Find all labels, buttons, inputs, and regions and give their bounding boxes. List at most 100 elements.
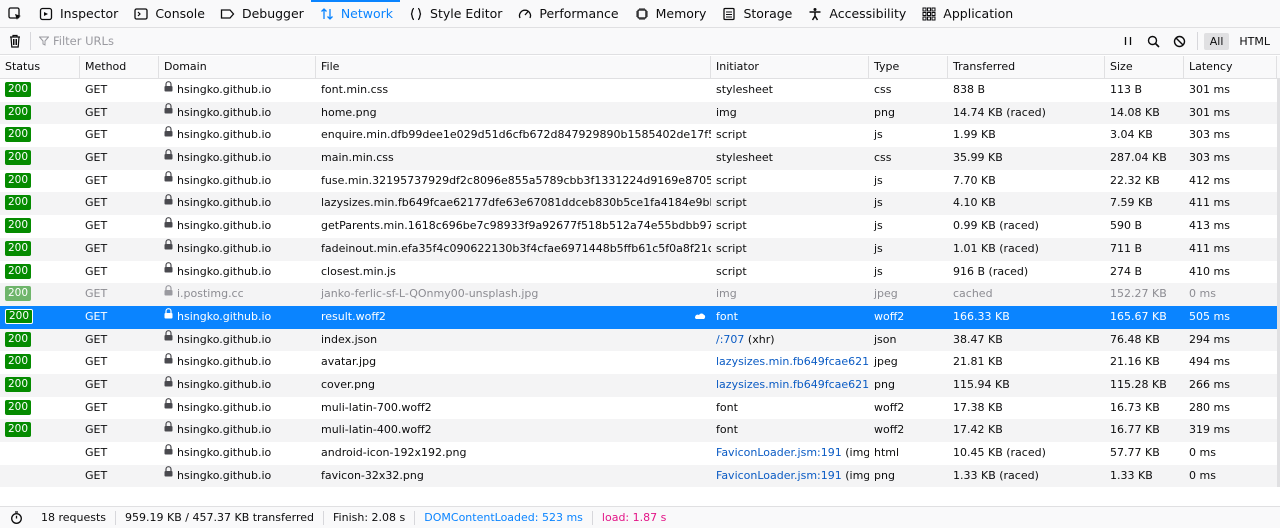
status-badge: 200 <box>5 422 32 438</box>
cell-latency: 319 ms <box>1189 423 1230 437</box>
cell-initiator[interactable]: /:707 (xhr) <box>711 329 869 352</box>
cell-type: png <box>874 105 895 119</box>
request-row[interactable]: 200 GET hsingko.github.io fuse.min.32195737… <box>0 170 1277 193</box>
clear-button[interactable] <box>0 34 30 48</box>
cell-transferred: 115.94 KB <box>953 377 1010 391</box>
request-row[interactable]: 200 GET hsingko.github.io avatar.jpg lazysiz… <box>0 351 1277 374</box>
tab-label: Style Editor <box>430 6 503 21</box>
request-row[interactable]: GET hsingko.github.io favicon-32x32.png Fav… <box>0 464 1277 488</box>
request-row[interactable]: 200 GET hsingko.github.io enquire.min.dfb99… <box>0 124 1277 147</box>
initiator-text[interactable]: FaviconLoader.jsm:191 <box>716 469 842 482</box>
cell-status: 200 <box>0 374 80 397</box>
application-icon <box>921 6 937 22</box>
status-badge: 200 <box>5 399 32 415</box>
cell-type: js <box>874 264 883 278</box>
domain-text: hsingko.github.io <box>177 128 272 142</box>
tab-memory[interactable]: Memory <box>626 0 714 27</box>
cell-domain: hsingko.github.io <box>159 238 316 261</box>
cell-domain: hsingko.github.io <box>159 465 316 488</box>
cell-size: 22.32 KB <box>1110 173 1160 187</box>
cell-initiator[interactable]: FaviconLoader.jsm:191 (img) <box>711 442 869 465</box>
tab-console[interactable]: Console <box>125 0 212 27</box>
request-row[interactable]: 200 GET hsingko.github.io result.woff2 font w… <box>0 305 1277 329</box>
status-badge: 200 <box>5 195 32 211</box>
filter-html-button[interactable]: HTML <box>1233 33 1276 50</box>
filter-all-button[interactable]: All <box>1203 32 1230 50</box>
pause-button[interactable] <box>1115 28 1141 54</box>
tab-inspector[interactable]: Inspector <box>30 0 125 27</box>
tab-debugger[interactable]: Debugger <box>212 0 311 27</box>
tab-label: Console <box>155 6 205 21</box>
lock-icon <box>164 351 173 372</box>
initiator-cause: (xhr) <box>744 332 775 346</box>
tab-accessibility[interactable]: Accessibility <box>799 0 913 27</box>
tab-performance[interactable]: Performance <box>509 0 625 27</box>
search-button[interactable] <box>1141 28 1167 54</box>
dom-content-loaded-time: DOMContentLoaded: 523 ms <box>414 510 592 525</box>
column-status[interactable]: Status <box>0 56 80 79</box>
cell-status <box>0 465 80 488</box>
cell-transferred: 0.99 KB (raced) <box>953 219 1039 233</box>
tab-application[interactable]: Application <box>913 0 1020 27</box>
status-badge: 200 <box>5 104 32 120</box>
cell-initiator[interactable]: FaviconLoader.jsm:191 (img) <box>711 465 869 488</box>
element-picker-button[interactable] <box>0 0 30 27</box>
cell-size: 14.08 KB <box>1110 105 1160 119</box>
column-method[interactable]: Method <box>80 56 159 79</box>
cell-method: GET <box>85 355 108 369</box>
cell-latency: 0 ms <box>1189 446 1216 459</box>
column-initiator[interactable]: Initiator <box>711 56 869 79</box>
cell-status: 200 <box>0 215 80 238</box>
request-row[interactable]: 200 GET hsingko.github.io closest.min.js scr… <box>0 261 1277 284</box>
initiator-text[interactable]: lazysizes.min.fb649fcae6217... <box>716 378 869 391</box>
lock-icon <box>164 261 173 282</box>
request-row[interactable]: 200 GET hsingko.github.io fadeinout.min.efa… <box>0 237 1277 261</box>
tab-network[interactable]: Network <box>310 0 401 27</box>
initiator-text[interactable]: FaviconLoader.jsm:191 <box>716 446 842 459</box>
cell-file: font.min.css <box>321 83 389 96</box>
request-row[interactable]: GET hsingko.github.io android-icon-192x192… <box>0 442 1277 465</box>
tab-style-editor[interactable]: Style Editor <box>400 0 509 27</box>
cell-domain: i.postimg.cc <box>159 283 316 306</box>
request-row[interactable]: 200 GET hsingko.github.io cover.png lazysize… <box>0 373 1277 397</box>
column-size[interactable]: Size <box>1105 56 1184 79</box>
initiator-text[interactable]: /:707 <box>716 333 744 346</box>
initiator-text: script <box>716 219 747 233</box>
request-row[interactable]: 200 GET hsingko.github.io index.json /:707 (… <box>0 328 1277 352</box>
trash-icon <box>10 34 20 48</box>
cell-initiator[interactable]: lazysizes.min.fb649fcae6217... <box>711 351 869 374</box>
cell-initiator: script <box>711 124 869 147</box>
cell-latency: 303 ms <box>1189 128 1230 142</box>
cell-transferred: 17.42 KB <box>953 423 1003 437</box>
initiator-text[interactable]: lazysizes.min.fb649fcae6217... <box>716 355 869 368</box>
stopwatch-icon <box>10 511 22 524</box>
request-row[interactable]: 200 GET hsingko.github.io font.min.css style… <box>0 79 1277 102</box>
status-badge: 200 <box>5 150 32 166</box>
column-type[interactable]: Type <box>869 56 948 79</box>
tab-storage[interactable]: Storage <box>713 0 799 27</box>
request-row[interactable]: 200 GET hsingko.github.io lazysizes.min.fb6… <box>0 192 1277 216</box>
cell-status: 200 <box>0 306 80 329</box>
request-row[interactable]: 200 GET hsingko.github.io muli-latin-400.wo… <box>0 419 1277 442</box>
filter-urls-input[interactable]: Filter URLs <box>31 34 1115 48</box>
block-button[interactable] <box>1167 28 1193 54</box>
request-row[interactable]: 200 GET i.postimg.cc janko-ferlic-sf-L-QOnm… <box>0 283 1277 306</box>
column-file[interactable]: File <box>316 56 711 79</box>
lock-icon <box>164 419 173 440</box>
initiator-text: font <box>716 423 738 437</box>
column-transferred[interactable]: Transferred <box>948 56 1105 79</box>
request-row[interactable]: 200 GET hsingko.github.io getParents.min.16… <box>0 215 1277 238</box>
cell-size: 113 B <box>1110 83 1143 96</box>
performance-analysis-button[interactable] <box>0 511 32 524</box>
cell-initiator[interactable]: lazysizes.min.fb649fcae6217... <box>711 374 869 397</box>
cell-method: GET <box>85 196 108 210</box>
cell-type: js <box>874 196 883 210</box>
search-icon <box>1148 35 1160 48</box>
cell-file: muli-latin-700.woff2 <box>321 400 432 414</box>
request-row[interactable]: 200 GET hsingko.github.io main.min.css style… <box>0 147 1277 170</box>
request-row[interactable]: 200 GET hsingko.github.io muli-latin-700.wo… <box>0 397 1277 420</box>
status-badge: 200 <box>5 240 32 256</box>
request-row[interactable]: 200 GET hsingko.github.io home.png img png 14.… <box>0 101 1277 125</box>
column-domain[interactable]: Domain <box>159 56 316 79</box>
column-latency[interactable]: Latency <box>1184 56 1277 79</box>
